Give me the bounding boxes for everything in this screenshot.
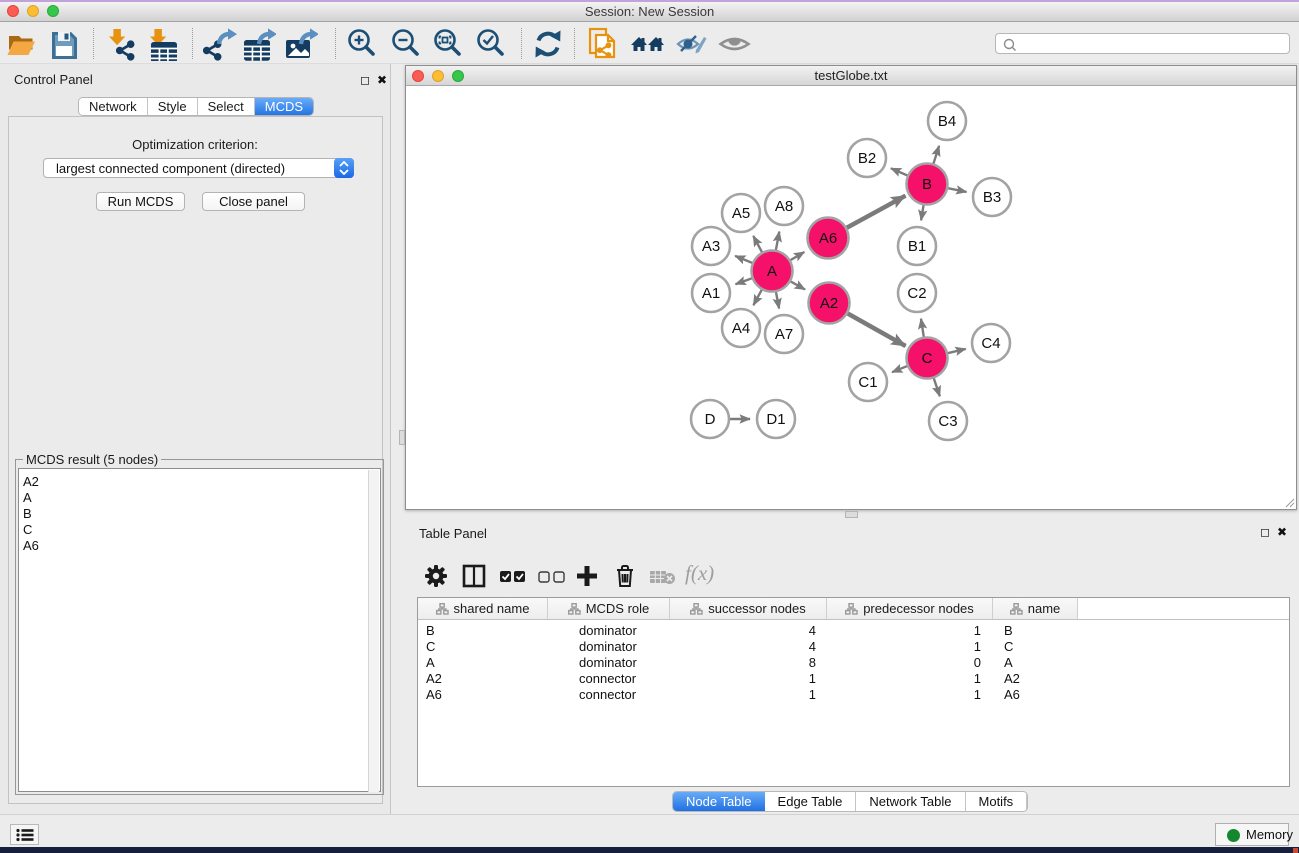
svg-text:C3: C3 xyxy=(938,413,957,430)
svg-text:C: C xyxy=(922,350,933,367)
svg-text:A1: A1 xyxy=(702,285,720,302)
svg-text:A7: A7 xyxy=(775,326,793,343)
svg-text:B1: B1 xyxy=(908,238,926,255)
svg-text:A5: A5 xyxy=(732,205,750,222)
svg-text:A: A xyxy=(767,263,777,280)
svg-text:C2: C2 xyxy=(907,285,926,302)
svg-text:A3: A3 xyxy=(702,238,720,255)
svg-text:B4: B4 xyxy=(938,113,956,130)
svg-text:A6: A6 xyxy=(819,230,837,247)
svg-text:A4: A4 xyxy=(732,320,750,337)
svg-text:C4: C4 xyxy=(981,335,1000,352)
svg-text:B: B xyxy=(922,176,932,193)
svg-text:D1: D1 xyxy=(766,411,785,428)
svg-text:B2: B2 xyxy=(858,150,876,167)
svg-text:A8: A8 xyxy=(775,198,793,215)
svg-text:C1: C1 xyxy=(858,374,877,391)
svg-text:D: D xyxy=(705,411,716,428)
svg-text:A2: A2 xyxy=(820,295,838,312)
svg-text:B3: B3 xyxy=(983,189,1001,206)
